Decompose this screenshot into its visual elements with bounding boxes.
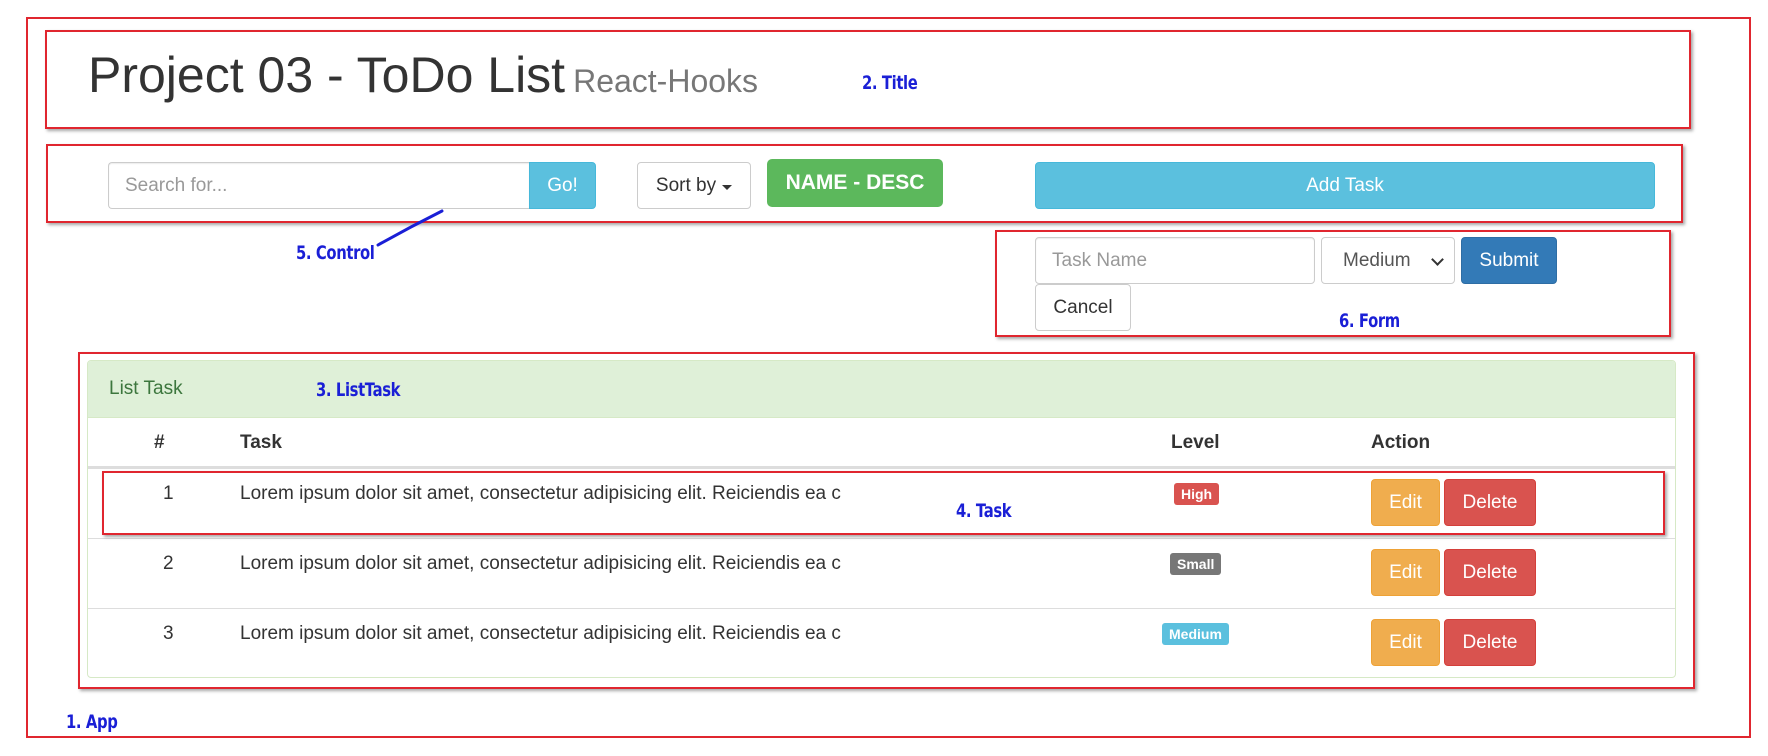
annotation-task: 4. Task bbox=[956, 500, 1012, 522]
column-header-level: Level bbox=[1171, 432, 1220, 453]
edit-button[interactable]: Edit bbox=[1371, 619, 1440, 666]
add-task-button[interactable]: Add Task bbox=[1035, 162, 1655, 209]
table-row: 2 Lorem ipsum dolor sit amet, consectetu… bbox=[88, 538, 1675, 608]
row-index: 3 bbox=[163, 623, 174, 644]
chevron-down-icon bbox=[1431, 253, 1444, 266]
cancel-button[interactable]: Cancel bbox=[1035, 284, 1131, 331]
sort-by-label: Sort by bbox=[655, 174, 717, 196]
level-badge: Medium bbox=[1162, 623, 1229, 645]
column-header-action: Action bbox=[1371, 432, 1431, 453]
delete-button[interactable]: Delete bbox=[1444, 549, 1536, 596]
level-select-value: Medium bbox=[1343, 249, 1411, 271]
edit-button[interactable]: Edit bbox=[1371, 549, 1440, 596]
title-subtitle: React-Hooks bbox=[573, 63, 759, 99]
submit-button[interactable]: Submit bbox=[1461, 237, 1557, 284]
search-go-label: Go! bbox=[547, 174, 578, 196]
search-go-button[interactable]: Go! bbox=[529, 162, 596, 209]
delete-label: Delete bbox=[1462, 631, 1518, 653]
table-header: # Task Level Action bbox=[88, 418, 1675, 468]
page-title: Project 03 - ToDo List React-Hooks bbox=[88, 46, 758, 104]
annotation-list-task: 3. ListTask bbox=[316, 379, 401, 401]
delete-label: Delete bbox=[1462, 561, 1518, 583]
sort-status-text: NAME - DESC bbox=[785, 171, 925, 194]
row-task-name: Lorem ipsum dolor sit amet, consectetur … bbox=[240, 553, 841, 574]
task-frame bbox=[102, 471, 1665, 535]
level-select[interactable]: Medium bbox=[1321, 237, 1455, 284]
task-name-input[interactable] bbox=[1035, 237, 1315, 284]
annotation-pointer-line bbox=[376, 209, 444, 247]
table-row: 3 Lorem ipsum dolor sit amet, consectetu… bbox=[88, 608, 1675, 677]
sort-status-badge: NAME - DESC bbox=[767, 159, 943, 207]
title-main-text: Project 03 - ToDo List bbox=[88, 47, 566, 103]
level-badge: Small bbox=[1170, 553, 1222, 575]
cancel-label: Cancel bbox=[1053, 296, 1113, 318]
column-header-index: # bbox=[154, 432, 165, 453]
annotation-title: 2. Title bbox=[862, 72, 918, 94]
annotation-app: 1. App bbox=[66, 711, 118, 733]
sort-by-dropdown[interactable]: Sort by bbox=[637, 162, 751, 209]
delete-button[interactable]: Delete bbox=[1444, 619, 1536, 666]
column-header-task: Task bbox=[240, 432, 282, 453]
edit-label: Edit bbox=[1389, 631, 1422, 653]
row-task-name: Lorem ipsum dolor sit amet, consectetur … bbox=[240, 623, 841, 644]
annotation-control: 5. Control bbox=[296, 242, 375, 264]
list-task-heading-text: List Task bbox=[109, 378, 183, 399]
row-index: 2 bbox=[163, 553, 174, 574]
edit-label: Edit bbox=[1389, 561, 1422, 583]
caret-down-icon bbox=[722, 184, 733, 190]
add-task-label: Add Task bbox=[1306, 174, 1384, 196]
annotation-form: 6. Form bbox=[1339, 310, 1400, 332]
search-input[interactable] bbox=[108, 162, 529, 209]
submit-label: Submit bbox=[1479, 249, 1539, 271]
